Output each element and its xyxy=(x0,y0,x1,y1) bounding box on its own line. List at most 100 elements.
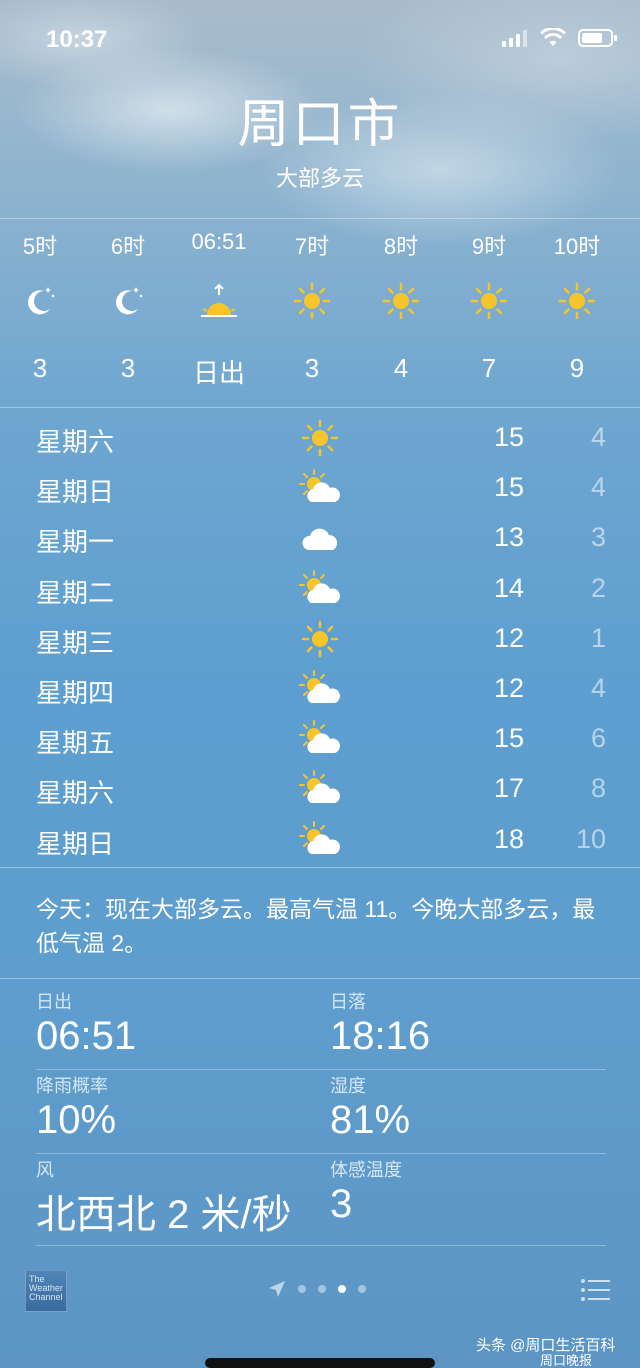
day-high-temp: 12 xyxy=(493,672,524,703)
signal-icon xyxy=(502,30,527,47)
hour-label: 9时 xyxy=(471,234,507,259)
daily-row: 星期二 14 2 xyxy=(0,565,640,615)
hour-temp: 9 xyxy=(569,353,585,383)
hour-label: 8时 xyxy=(383,234,419,259)
location-arrow-icon xyxy=(269,1281,285,1297)
daily-row: 星期六 17 8 xyxy=(0,765,640,815)
hour-label: 10时 xyxy=(553,234,601,259)
hour-temp: 7 xyxy=(481,353,497,383)
hour-label: 7时 xyxy=(294,234,330,259)
day-high-temp: 14 xyxy=(493,572,524,603)
sunrise-icon xyxy=(201,283,237,317)
page-dot-active xyxy=(338,1285,346,1293)
hour-temp: 3 xyxy=(304,353,320,383)
day-name: 星期三 xyxy=(36,627,115,658)
sunset-label: 日落 xyxy=(330,992,366,1012)
day-low-temp: 4 xyxy=(590,422,606,452)
sun-icon xyxy=(301,620,339,657)
day-low-temp: 10 xyxy=(575,823,606,854)
page-indicator[interactable] xyxy=(268,1280,366,1298)
hour-label: 6时 xyxy=(110,234,146,259)
moon-stars-icon xyxy=(28,287,55,315)
detail-row-wind: 风 北西北 2 米/秒 体感温度 3 xyxy=(36,1154,606,1246)
day-name: 星期日 xyxy=(36,477,115,508)
daily-forecast[interactable]: 星期六 15 4 星期日 15 4 星期一 13 3 星期二 14 2 星期三 … xyxy=(0,414,640,866)
city-name: 周口市 xyxy=(237,96,403,154)
hour-temp: 3 xyxy=(32,353,48,383)
day-low-temp: 2 xyxy=(590,572,606,603)
weather-details: 日出 06:51 日落 18:16 降雨概率 10% 湿度 81% 风 北西北 … xyxy=(36,986,606,1246)
day-name: 星期二 xyxy=(36,577,115,608)
wifi-icon xyxy=(540,28,566,46)
day-high-temp: 12 xyxy=(493,622,524,653)
page-dot xyxy=(318,1285,326,1293)
partly-cloudy-icon xyxy=(299,720,340,754)
daily-row: 星期四 12 4 xyxy=(0,665,640,715)
partly-cloudy-icon xyxy=(299,569,340,603)
page-dot xyxy=(358,1285,366,1293)
hour-temp: 日出 xyxy=(192,358,245,388)
humidity-value: 81% xyxy=(330,1098,411,1142)
partly-cloudy-icon xyxy=(299,770,340,804)
status-bar: 10:37 xyxy=(0,0,640,80)
partly-cloudy-icon xyxy=(299,469,340,503)
wind-value: 北西北 2 米/秒 xyxy=(36,1193,292,1237)
day-low-temp: 3 xyxy=(590,522,606,553)
day-high-temp: 15 xyxy=(493,422,524,452)
current-condition: 大部多云 xyxy=(275,166,364,191)
footer-bar: The Weather Channel xyxy=(0,1262,640,1322)
location-header: 周口市 大部多云 xyxy=(0,82,640,193)
battery-icon xyxy=(578,29,617,47)
sun-icon xyxy=(382,282,420,320)
cloud-icon xyxy=(302,528,338,551)
day-high-temp: 17 xyxy=(493,773,524,804)
partly-cloudy-icon xyxy=(299,820,340,854)
hour-temp: 4 xyxy=(393,353,409,383)
day-high-temp: 15 xyxy=(493,723,524,754)
day-high-temp: 13 xyxy=(493,522,524,553)
daily-row: 星期一 13 3 xyxy=(0,514,640,564)
day-name: 星期一 xyxy=(36,527,115,558)
daily-row: 星期五 15 6 xyxy=(0,715,640,765)
today-summary: 今天：现在大部多云。最高气温 11。今晚大部多云，最低气温 2。 xyxy=(0,867,640,979)
hour-label: 06:51 xyxy=(191,229,247,254)
day-name: 星期六 xyxy=(36,427,115,457)
partly-cloudy-icon xyxy=(299,669,340,703)
sunrise-value: 06:51 xyxy=(36,1014,137,1058)
sunrise-label: 日出 xyxy=(36,992,72,1012)
status-icons xyxy=(502,28,618,48)
day-low-temp: 1 xyxy=(590,622,606,653)
day-name: 星期五 xyxy=(36,728,115,759)
detail-row-sun: 日出 06:51 日落 18:16 xyxy=(36,986,606,1070)
weather-channel-logo[interactable]: The Weather Channel xyxy=(25,1270,67,1312)
day-name: 星期六 xyxy=(36,778,115,809)
sun-icon xyxy=(470,282,508,320)
day-high-temp: 15 xyxy=(493,472,524,503)
daily-row: 星期六 15 4 xyxy=(0,414,640,464)
hour-label: 5时 xyxy=(22,234,58,259)
daily-row: 星期日 18 10 xyxy=(0,816,640,866)
moon-stars-icon xyxy=(116,287,143,315)
home-indicator[interactable] xyxy=(205,1358,435,1368)
feels-like-label: 体感温度 xyxy=(330,1160,402,1180)
sun-icon xyxy=(293,282,331,320)
hour-temp: 3 xyxy=(120,353,136,383)
rain-chance-label: 降雨概率 xyxy=(36,1076,108,1096)
list-icon[interactable] xyxy=(580,1278,610,1302)
day-low-temp: 8 xyxy=(590,773,606,804)
sun-icon xyxy=(558,282,596,320)
hourly-forecast[interactable]: 5时 3 6时 3 06:51 日出 7时 3 8时 4 9时 7 10时 9 xyxy=(0,218,640,408)
day-high-temp: 18 xyxy=(493,823,524,854)
day-name: 星期四 xyxy=(36,677,115,708)
feels-like-value: 3 xyxy=(330,1182,353,1226)
daily-row: 星期三 12 1 xyxy=(0,615,640,665)
day-low-temp: 6 xyxy=(590,723,606,754)
day-low-temp: 4 xyxy=(590,472,606,503)
page-dot xyxy=(298,1285,306,1293)
status-time: 10:37 xyxy=(46,26,108,53)
day-name: 星期日 xyxy=(36,828,115,859)
humidity-label: 湿度 xyxy=(330,1076,366,1096)
sunset-value: 18:16 xyxy=(330,1014,431,1058)
detail-row-rain: 降雨概率 10% 湿度 81% xyxy=(36,1070,606,1154)
rain-chance-value: 10% xyxy=(36,1098,117,1142)
